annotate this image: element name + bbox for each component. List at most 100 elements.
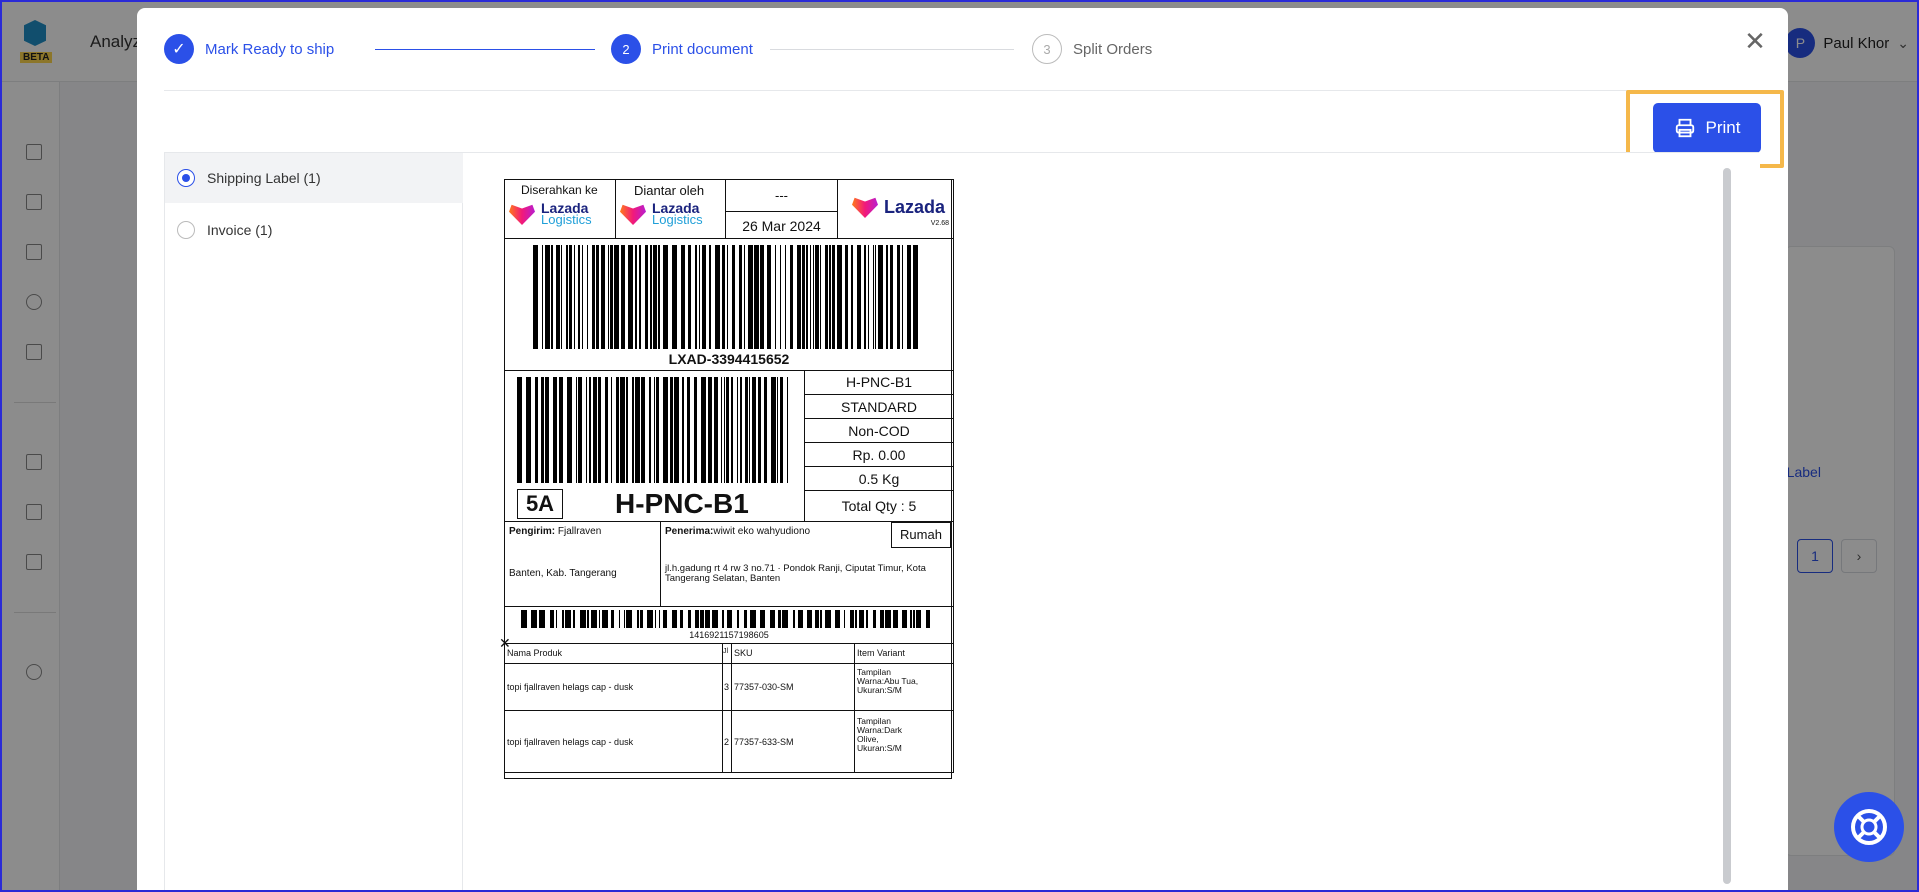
barcode-bar [556, 610, 557, 628]
radio-unselected[interactable] [177, 221, 195, 239]
barcode-bar [727, 610, 732, 628]
recipient-label: Penerima: [665, 526, 714, 537]
step-split-orders: 3 Split Orders [1032, 34, 1152, 64]
doc-option-shipping-label[interactable]: Shipping Label (1) [165, 153, 463, 203]
barcode-bar [744, 245, 745, 349]
barcode-bar [885, 610, 891, 628]
barcode-bar [614, 245, 619, 349]
help-support-button[interactable] [1834, 792, 1904, 862]
barcode-bar [562, 610, 564, 628]
barcode-bar [602, 610, 608, 628]
barcode-bar [897, 245, 900, 349]
barcode-bar [589, 377, 591, 483]
barcode-bar [910, 610, 912, 628]
sender-cell: Pengirim: Fjallraven Banten, Kab. Tanger… [504, 521, 661, 607]
barcode-bar [727, 245, 728, 349]
info-row: Rp. 0.00 [852, 447, 906, 463]
print-button[interactable]: Print [1653, 103, 1761, 153]
barcode-bar [764, 377, 767, 483]
step-label: Mark Ready to ship [205, 40, 335, 58]
barcode-bar [578, 377, 582, 483]
product-sku: 77357-633-SM [734, 737, 794, 747]
radio-selected[interactable] [177, 169, 195, 187]
sort-code: H-PNC-B1 [615, 488, 749, 519]
sender-region: Banten, Kab. Tangerang [509, 568, 617, 579]
barcode-bar [820, 245, 821, 349]
table-row: topi fjallraven helags cap - dusk [504, 710, 723, 773]
print-button-label: Print [1705, 118, 1741, 137]
barcode-bar [829, 245, 831, 349]
doc-option-label: Invoice (1) [207, 222, 273, 238]
barcode-bar [760, 245, 764, 349]
handed-to-label: Diserahkan ke [521, 183, 598, 197]
barcode-bar [545, 245, 550, 349]
handed-to-cell: Diserahkan ke Lazada Logistics [504, 179, 616, 239]
barcode-bar [599, 610, 600, 628]
sort-barcode [517, 377, 788, 483]
barcode-bar [913, 245, 918, 349]
barcode-bar [714, 377, 718, 483]
barcode-bar [645, 245, 648, 349]
placeholder-text: --- [775, 188, 788, 203]
barcode-bar [855, 610, 857, 628]
barcode-bar [608, 245, 609, 349]
barcode-bar [780, 245, 781, 349]
preview-scrollbar[interactable] [1723, 168, 1731, 884]
info-row: H-PNC-B1 [845, 374, 913, 390]
barcode-bar [531, 610, 537, 628]
barcode-bar [559, 377, 563, 483]
barcode-bar [749, 377, 750, 483]
barcode-bar [732, 245, 735, 349]
sender-label: Pengirim: [509, 526, 556, 537]
barcode-bar [578, 245, 580, 349]
barcode-bar [873, 245, 874, 349]
barcode-bar [760, 610, 765, 628]
lifebuoy-icon [1851, 809, 1887, 845]
barcode-bar [542, 245, 543, 349]
product-name: topi fjallraven helags cap - dusk [507, 737, 634, 747]
step-label: Print document [652, 40, 753, 58]
order-number: 1416921157198605 [689, 630, 769, 640]
barcode-bar [780, 377, 783, 483]
barcode-bar [926, 610, 930, 628]
barcode-bar [708, 377, 712, 483]
barcode-bar [576, 377, 577, 483]
barcode-bar [750, 610, 756, 628]
barcode-bar [832, 245, 835, 349]
barcode-bar [663, 610, 667, 628]
stepper: ✓ Mark Ready to ship 2 Print document 3 … [164, 34, 1604, 68]
recipient-address: jl.h.gadung rt 4 rw 3 no.71 · Pondok Ran… [665, 563, 926, 584]
barcode-bar [656, 377, 659, 483]
printer-icon [1675, 118, 1694, 138]
barcode-bar [545, 377, 549, 483]
barcode-bar [745, 377, 748, 483]
barcode-bar [569, 245, 572, 349]
barcode-bar [621, 245, 625, 349]
barcode-bar [565, 610, 571, 628]
doc-option-invoice[interactable]: Invoice (1) [165, 205, 463, 255]
barcode-bar [566, 245, 568, 349]
recipient-name: wiwit eko wahyudiono [713, 526, 811, 537]
barcode-bar [875, 245, 876, 349]
barcode-bar [739, 245, 742, 349]
barcode-bar [553, 377, 557, 483]
barcode-bar [658, 245, 660, 349]
barcode-bar [695, 610, 699, 628]
product-variant: Tampilan Warna:Dark Olive, Ukuran:S/M [857, 716, 903, 753]
address-type: Rumah [891, 522, 951, 548]
barcode-bar [655, 610, 656, 628]
lazada-logistics-logo: Lazada Logistics [509, 201, 592, 226]
table-row: topi fjallraven helags cap - dusk [504, 663, 723, 711]
barcode-bar [672, 245, 677, 349]
barcode-bar [586, 377, 587, 483]
close-icon[interactable]: ✕ [1740, 26, 1770, 56]
barcode-bar [778, 610, 781, 628]
barcode-bar [825, 245, 828, 349]
info-row: Non-COD [848, 423, 910, 439]
info-row: Total Qty : 5 [841, 498, 917, 514]
barcode-bar [807, 610, 812, 628]
order-barcode-cell: 1416921157198605 [504, 606, 954, 644]
barcode-bar [793, 610, 795, 628]
barcode-bar [722, 245, 725, 349]
barcode-bar [802, 245, 805, 349]
